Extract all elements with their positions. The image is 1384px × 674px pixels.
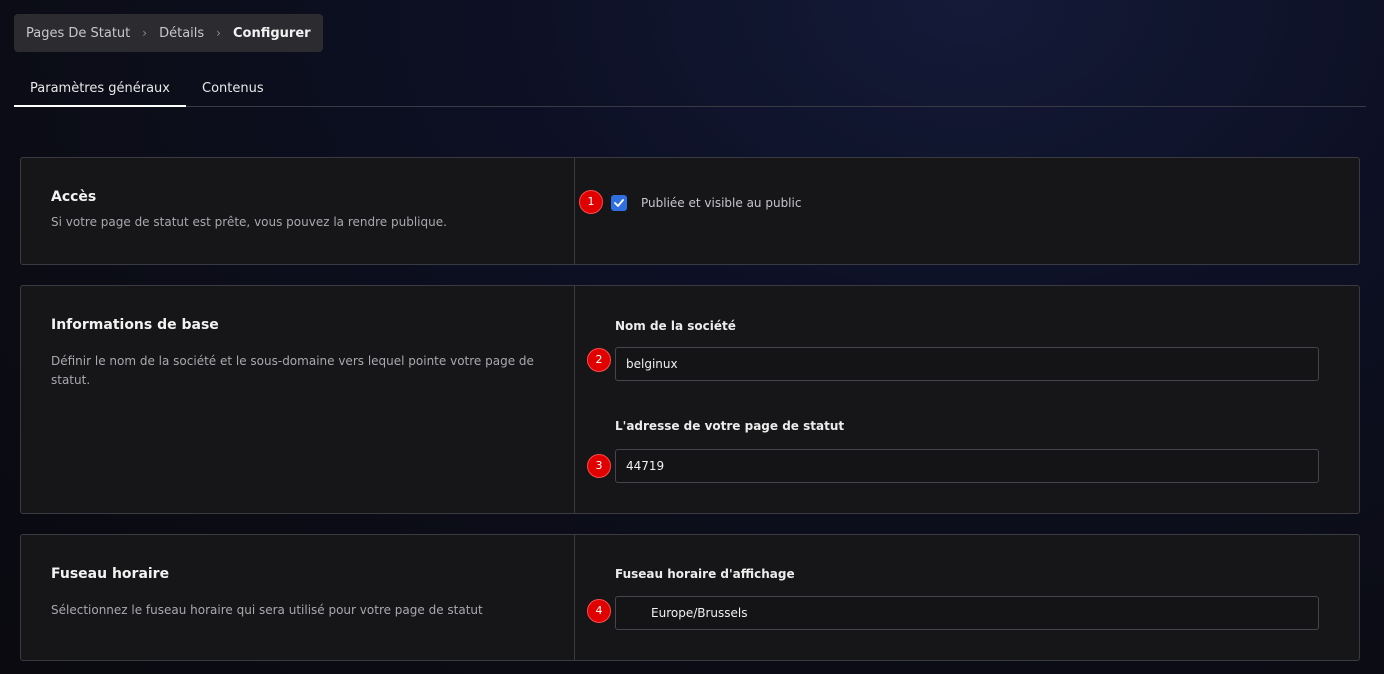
basic-info-card: Informations de base Définir le nom de l…	[20, 285, 1360, 514]
display-timezone-label: Fuseau horaire d'affichage	[615, 567, 795, 581]
company-name-input[interactable]: belginux	[615, 347, 1319, 381]
timezone-input[interactable]: Europe/Brussels	[615, 596, 1319, 630]
check-icon	[614, 199, 624, 207]
annotation-marker: 3	[587, 454, 611, 478]
status-page-address-input[interactable]: 44719	[615, 449, 1319, 483]
tab-bar: Paramètres généraux Contenus	[14, 72, 1366, 107]
annotation-marker: 1	[579, 190, 603, 214]
access-card: Accès Si votre page de statut est prête,…	[20, 157, 1360, 265]
access-title: Accès	[51, 189, 97, 205]
access-description: Si votre page de statut est prête, vous …	[51, 215, 447, 229]
timezone-text: Fuseau horaire Sélectionnez le fuseau ho…	[21, 535, 575, 660]
chevron-right-icon: ›	[216, 26, 221, 40]
basic-info-description: Définir le nom de la société et le sous-…	[51, 354, 534, 387]
status-page-address-label: L'adresse de votre page de statut	[615, 419, 845, 433]
tab-general-settings[interactable]: Paramètres généraux	[14, 72, 186, 107]
breadcrumb-current: Configurer	[232, 25, 311, 41]
annotation-marker: 4	[587, 599, 611, 623]
breadcrumb: Pages De Statut › Détails › Configurer	[14, 14, 323, 52]
timezone-card: Fuseau horaire Sélectionnez le fuseau ho…	[20, 534, 1360, 661]
breadcrumb-status-pages[interactable]: Pages De Statut	[26, 26, 130, 41]
public-visibility-checkbox[interactable]	[611, 195, 627, 211]
tab-contents[interactable]: Contenus	[186, 72, 280, 107]
timezone-description: Sélectionnez le fuseau horaire qui sera …	[51, 603, 483, 617]
basic-info-title: Informations de base	[51, 317, 219, 333]
access-controls: 1 Publiée et visible au public	[575, 158, 1359, 264]
timezone-select[interactable]: Europe/Brussels	[615, 596, 1319, 630]
public-visibility-label[interactable]: Publiée et visible au public	[641, 195, 801, 211]
timezone-title: Fuseau horaire	[51, 566, 170, 582]
annotation-marker: 2	[587, 348, 611, 372]
timezone-controls: Fuseau horaire d'affichage 4 Europe/Brus…	[575, 535, 1359, 660]
company-name-label: Nom de la société	[615, 319, 736, 333]
basic-info-controls: Nom de la société 2 belginux L'adresse d…	[575, 286, 1359, 513]
chevron-right-icon: ›	[142, 26, 148, 40]
breadcrumb-details[interactable]: Détails	[159, 26, 204, 41]
basic-info-text: Informations de base Définir le nom de l…	[21, 286, 575, 513]
access-info: Accès Si votre page de statut est prête,…	[21, 158, 575, 264]
